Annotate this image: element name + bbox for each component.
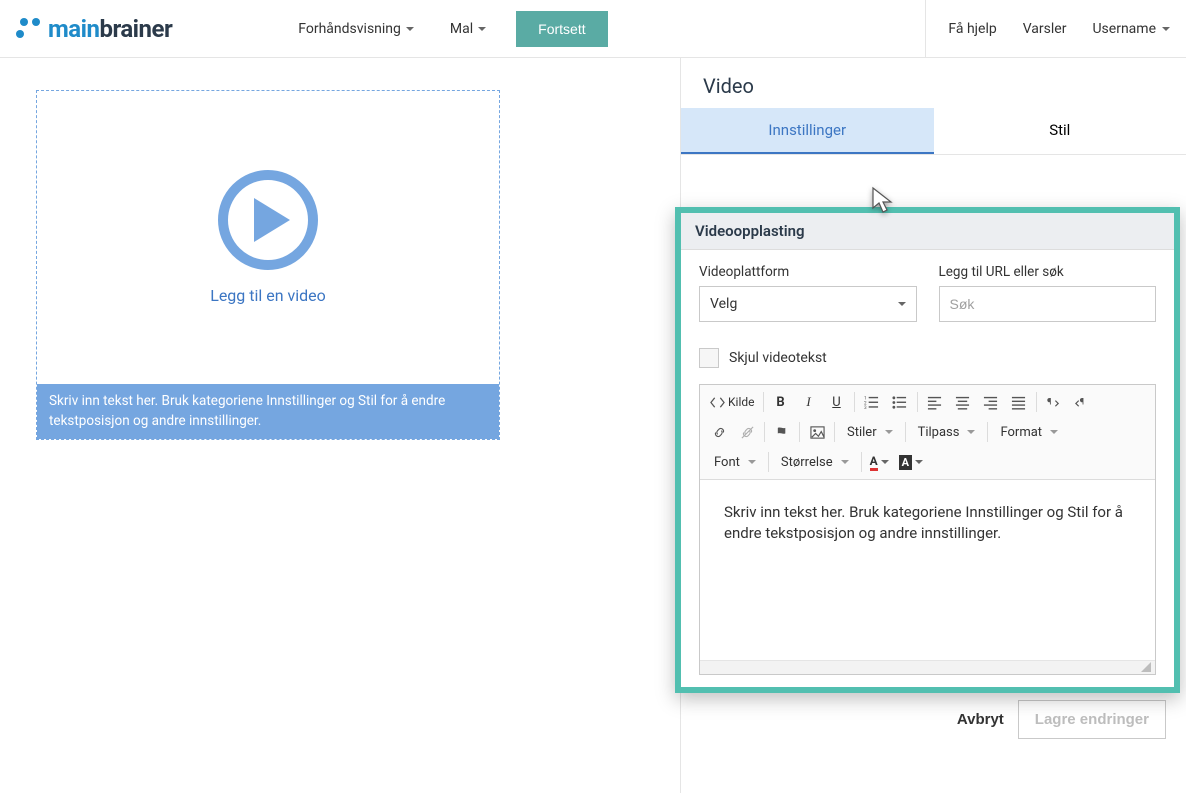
image-button[interactable] bbox=[804, 419, 830, 445]
align-right-icon bbox=[983, 395, 998, 410]
tab-style[interactable]: Stil bbox=[934, 108, 1186, 154]
svg-text:¶: ¶ bbox=[1047, 396, 1052, 407]
add-video-label: Legg til en video bbox=[210, 286, 326, 305]
rte-content[interactable]: Skriv inn tekst her. Bruk kategoriene In… bbox=[700, 480, 1155, 660]
sidebar: Video Innstillinger Stil Videoopplasting… bbox=[680, 58, 1186, 793]
unlink-icon bbox=[740, 425, 755, 440]
nav-template-label: Mal bbox=[450, 21, 473, 37]
align-justify-button[interactable] bbox=[1006, 389, 1032, 415]
logo-icon bbox=[16, 16, 42, 42]
flag-icon bbox=[775, 425, 790, 440]
sidebar-title: Video bbox=[681, 58, 1186, 108]
source-button[interactable]: Kilde bbox=[706, 389, 759, 415]
align-center-icon bbox=[955, 395, 970, 410]
format-dropdown[interactable]: Format bbox=[992, 419, 1066, 445]
nav-preview-label: Forhåndsvisning bbox=[298, 21, 401, 37]
chevron-down-icon bbox=[478, 27, 486, 31]
svg-text:3: 3 bbox=[864, 405, 867, 410]
chevron-down-icon bbox=[406, 27, 414, 31]
anchor-button[interactable] bbox=[769, 419, 795, 445]
font-dropdown[interactable]: Font bbox=[706, 449, 764, 475]
code-icon bbox=[710, 395, 725, 410]
text-ltr-icon: ¶ bbox=[1046, 395, 1061, 410]
alerts-link[interactable]: Varsler bbox=[1023, 21, 1067, 37]
align-dropdown[interactable]: Tilpass bbox=[910, 419, 984, 445]
logo-text: mainbrainer bbox=[48, 15, 172, 43]
ltr-button[interactable]: ¶ bbox=[1041, 389, 1067, 415]
align-left-icon bbox=[927, 395, 942, 410]
align-left-button[interactable] bbox=[922, 389, 948, 415]
link-icon bbox=[712, 425, 727, 440]
unordered-list-icon bbox=[892, 395, 907, 410]
video-widget[interactable]: Legg til en video Skriv inn tekst her. B… bbox=[36, 90, 500, 440]
italic-button[interactable]: I bbox=[796, 389, 822, 415]
main-area: Legg til en video Skriv inn tekst her. B… bbox=[0, 58, 1186, 793]
header-nav: Forhåndsvisning Mal Fortsett bbox=[292, 11, 607, 47]
help-link[interactable]: Få hjelp bbox=[948, 21, 996, 37]
user-menu[interactable]: Username bbox=[1092, 21, 1170, 37]
platform-selected-value: Velg bbox=[710, 296, 737, 312]
link-button[interactable] bbox=[706, 419, 732, 445]
cursor-indicator-icon bbox=[871, 186, 899, 216]
underline-button[interactable]: U bbox=[824, 389, 850, 415]
video-preview: Legg til en video bbox=[37, 91, 499, 384]
save-button[interactable]: Lagre endringer bbox=[1018, 700, 1166, 739]
platform-select[interactable]: Velg bbox=[699, 286, 917, 322]
username-label: Username bbox=[1092, 21, 1156, 37]
app-header: mainbrainer Forhåndsvisning Mal Fortsett… bbox=[0, 0, 1186, 58]
platform-label: Videoplattform bbox=[699, 264, 917, 280]
text-rtl-icon: ¶ bbox=[1074, 395, 1089, 410]
size-dropdown[interactable]: Størrelse bbox=[773, 449, 857, 475]
rtl-button[interactable]: ¶ bbox=[1069, 389, 1095, 415]
cancel-button[interactable]: Avbryt bbox=[957, 700, 1004, 739]
bold-button[interactable]: B bbox=[768, 389, 794, 415]
align-justify-icon bbox=[1011, 395, 1026, 410]
align-right-button[interactable] bbox=[978, 389, 1004, 415]
play-icon bbox=[218, 170, 318, 270]
video-caption: Skriv inn tekst her. Bruk kategoriene In… bbox=[37, 384, 499, 439]
bullet-list-button[interactable] bbox=[887, 389, 913, 415]
sidebar-tabs: Innstillinger Stil bbox=[681, 108, 1186, 155]
numbered-list-button[interactable]: 123 bbox=[859, 389, 885, 415]
chevron-down-icon bbox=[1162, 27, 1170, 31]
editor-canvas: Legg til en video Skriv inn tekst her. B… bbox=[0, 58, 680, 793]
continue-button[interactable]: Fortsett bbox=[516, 11, 607, 47]
bg-color-button[interactable]: A bbox=[895, 449, 927, 475]
unlink-button[interactable] bbox=[734, 419, 760, 445]
styles-dropdown[interactable]: Stiler bbox=[839, 419, 901, 445]
rte-toolbar: Kilde B I U 123 bbox=[700, 385, 1155, 480]
url-input[interactable] bbox=[939, 286, 1157, 322]
url-label: Legg til URL eller søk bbox=[939, 264, 1157, 280]
panel-footer: Avbryt Lagre endringer bbox=[957, 700, 1166, 739]
text-color-button[interactable]: A bbox=[866, 449, 893, 475]
header-right: Få hjelp Varsler Username bbox=[925, 0, 1170, 57]
chevron-down-icon bbox=[898, 302, 906, 306]
ordered-list-icon: 123 bbox=[864, 395, 879, 410]
resize-handle[interactable] bbox=[700, 660, 1155, 674]
hide-text-checkbox[interactable] bbox=[699, 348, 719, 368]
nav-template[interactable]: Mal bbox=[444, 13, 492, 45]
nav-preview[interactable]: Forhåndsvisning bbox=[292, 13, 420, 45]
tab-settings[interactable]: Innstillinger bbox=[681, 108, 934, 154]
svg-text:¶: ¶ bbox=[1080, 396, 1085, 407]
panel-heading: Videoopplasting bbox=[681, 213, 1174, 250]
align-center-button[interactable] bbox=[950, 389, 976, 415]
rich-text-editor: Kilde B I U 123 bbox=[699, 384, 1156, 675]
settings-panel: Videoopplasting Videoplattform Velg Legg… bbox=[675, 207, 1180, 693]
image-icon bbox=[810, 425, 825, 440]
logo: mainbrainer bbox=[16, 15, 172, 43]
hide-text-label: Skjul videotekst bbox=[729, 350, 827, 366]
